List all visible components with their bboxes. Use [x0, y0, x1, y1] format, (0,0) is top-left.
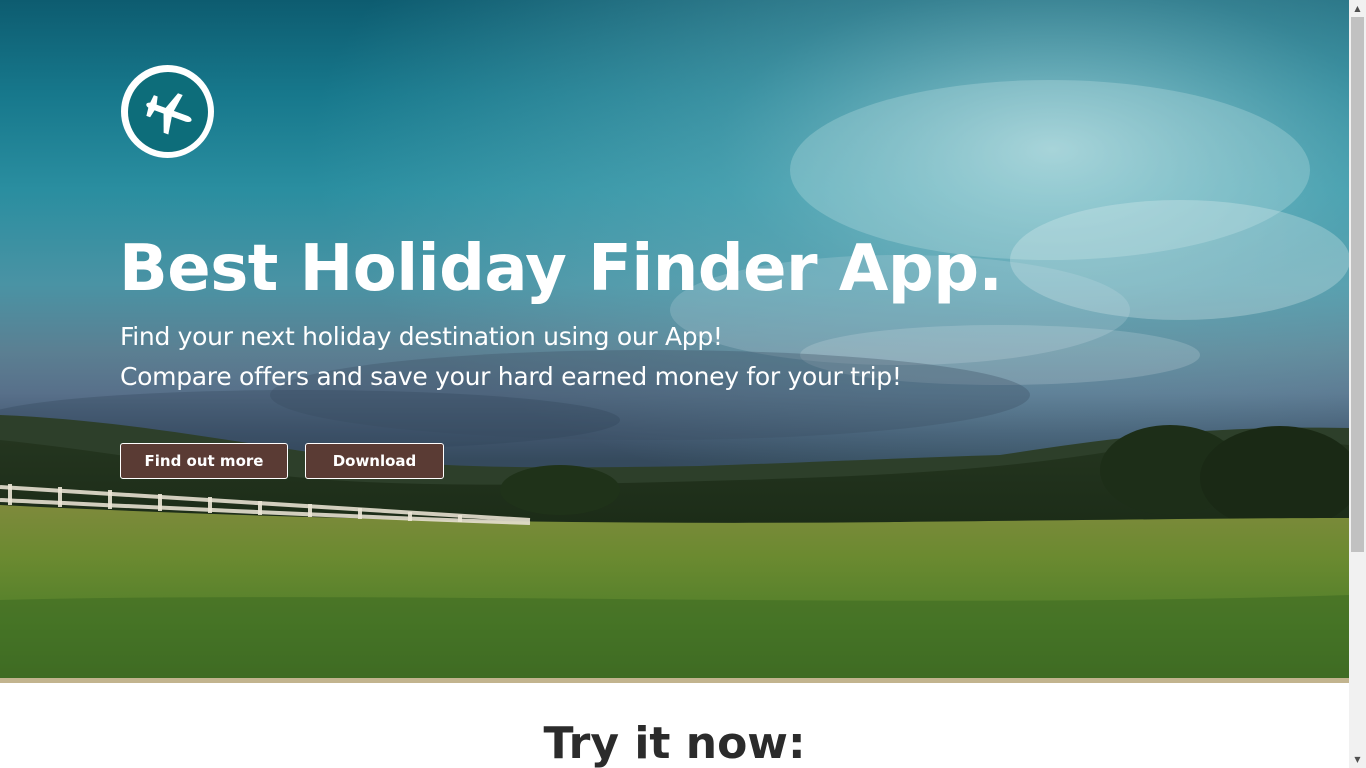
scrollbar-thumb[interactable] [1351, 17, 1364, 552]
app-logo [121, 65, 214, 158]
hero-subline-2: Compare offers and save your hard earned… [120, 362, 902, 391]
scroll-down-arrow-icon[interactable]: ▼ [1349, 751, 1366, 768]
hero-divider [0, 678, 1349, 683]
section-title: Try it now: [543, 718, 806, 768]
hero-subline-1: Find your next holiday destination using… [120, 322, 723, 351]
scroll-up-arrow-icon[interactable]: ▲ [1349, 0, 1366, 17]
vertical-scrollbar[interactable]: ▲ ▼ [1349, 0, 1366, 768]
page: Best Holiday Finder App. Find your next … [0, 0, 1349, 768]
airplane-icon [127, 71, 208, 152]
hero-section: Best Holiday Finder App. Find your next … [0, 0, 1349, 678]
find-out-more-button[interactable]: Find out more [120, 443, 288, 479]
hero-headline: Best Holiday Finder App. [119, 232, 1003, 306]
download-button[interactable]: Download [305, 443, 444, 479]
